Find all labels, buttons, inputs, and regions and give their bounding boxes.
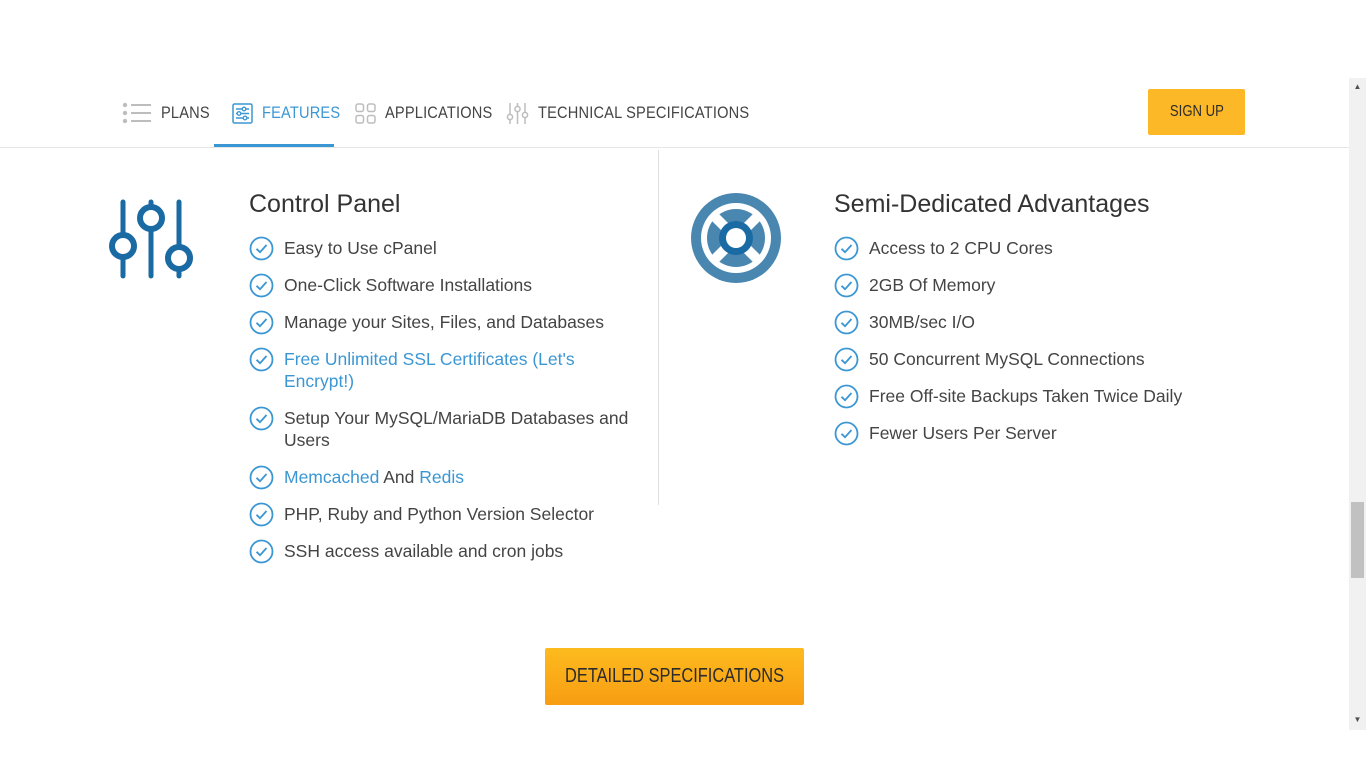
list-item-text: PHP, Ruby and Python Version Selector: [284, 504, 595, 524]
control-panel-sliders-icon: [109, 199, 193, 279]
list-item-text: Easy to Use cPanel: [284, 238, 437, 258]
link-line-2: Encrypt!): [284, 371, 355, 391]
lifebuoy-icon: [691, 193, 781, 283]
advantages-list: Access to 2 CPU Cores 2GB Of Memory 30MB…: [834, 236, 1254, 446]
tab-features-label: FEATURES: [262, 103, 341, 122]
sliders-doc-icon: [232, 102, 253, 124]
list-item: Manage your Sites, Files, and Databases: [249, 310, 649, 335]
column-divider: [658, 150, 659, 505]
list-item: Memcached And Redis: [249, 465, 649, 490]
active-tab-indicator: [214, 144, 334, 147]
tab-technical-specifications[interactable]: TECHNICAL SPECIFICATIONS: [506, 78, 784, 148]
list-item: Free Unlimited SSL Certificates (Let's En…: [249, 347, 649, 392]
list-item-line-1: Setup Your MySQL/MariaDB Databases and: [284, 408, 629, 428]
list-item-line-2: Users: [284, 430, 330, 450]
page-scrollbar[interactable]: [1349, 78, 1366, 730]
list-item: Free Off-site Backups Taken Twice Daily: [834, 384, 1254, 409]
detailed-specifications-button[interactable]: DETAILED SPECIFICATIONS: [545, 648, 804, 705]
list-item: Setup Your MySQL/MariaDB Databases and Us…: [249, 406, 649, 451]
ssl-certificates-link[interactable]: Free Unlimited SSL Certificates (Let's En…: [284, 349, 575, 391]
list-item-text: SSH access available and cron jobs: [284, 541, 564, 561]
control-panel-title: Control Panel: [249, 190, 401, 218]
list-item: PHP, Ruby and Python Version Selector: [249, 502, 649, 527]
sign-up-button[interactable]: SIGN UP: [1148, 89, 1245, 135]
check-circle-icon: [834, 236, 859, 261]
list-item: Fewer Users Per Server: [834, 421, 1254, 446]
check-circle-icon: [249, 310, 274, 335]
sliders-icon: [506, 102, 529, 124]
list-item-text: Free Off-site Backups Taken Twice Daily: [869, 386, 1183, 406]
check-circle-icon: [249, 236, 274, 261]
list-item: 2GB Of Memory: [834, 273, 1254, 298]
list-item: Easy to Use cPanel: [249, 236, 649, 261]
list-icon: [122, 102, 151, 124]
feature-tabbar: PLANS FEATURES APPLICATIONS TECHNICAL SP…: [0, 78, 1349, 148]
list-item: 50 Concurrent MySQL Connections: [834, 347, 1254, 372]
check-circle-icon: [834, 273, 859, 298]
tab-technical-specifications-label: TECHNICAL SPECIFICATIONS: [538, 103, 750, 122]
scroll-down-arrow-icon[interactable]: ▼: [1349, 712, 1366, 726]
tab-applications-label: APPLICATIONS: [385, 103, 493, 122]
check-circle-icon: [249, 502, 274, 527]
list-item-text: Fewer Users Per Server: [869, 423, 1057, 443]
check-circle-icon: [834, 310, 859, 335]
check-circle-icon: [834, 421, 859, 446]
check-circle-icon: [834, 347, 859, 372]
and-text: And: [379, 467, 420, 487]
check-circle-icon: [249, 406, 274, 431]
tab-plans-label: PLANS: [161, 103, 210, 122]
tab-applications[interactable]: APPLICATIONS: [355, 78, 510, 148]
list-item-text: One-Click Software Installations: [284, 275, 533, 295]
scrollbar-thumb[interactable]: [1351, 502, 1364, 578]
list-item-text: Access to 2 CPU Cores: [869, 238, 1053, 258]
tab-plans[interactable]: PLANS: [122, 78, 218, 148]
redis-link[interactable]: Redis: [419, 467, 464, 487]
list-item-text: 50 Concurrent MySQL Connections: [869, 349, 1145, 369]
check-circle-icon: [249, 273, 274, 298]
check-circle-icon: [249, 465, 274, 490]
list-item: One-Click Software Installations: [249, 273, 649, 298]
list-item: 30MB/sec I/O: [834, 310, 1254, 335]
check-circle-icon: [249, 539, 274, 564]
advantages-title: Semi-Dedicated Advantages: [834, 190, 1150, 218]
scroll-up-arrow-icon[interactable]: ▲: [1349, 79, 1366, 93]
check-circle-icon: [834, 384, 859, 409]
control-panel-list: Easy to Use cPanel One-Click Software In…: [249, 236, 649, 564]
grid-icon: [355, 102, 376, 124]
list-item-text: 30MB/sec I/O: [869, 312, 976, 332]
list-item: Access to 2 CPU Cores: [834, 236, 1254, 261]
link-line-1: Free Unlimited SSL Certificates (Let's: [284, 349, 575, 369]
sign-up-label: SIGN UP: [1169, 103, 1224, 120]
list-item-text: 2GB Of Memory: [869, 275, 996, 295]
tab-features[interactable]: FEATURES: [232, 78, 353, 148]
memcached-link[interactable]: Memcached: [284, 467, 379, 487]
check-circle-icon: [249, 347, 274, 372]
list-item-text: Manage your Sites, Files, and Databases: [284, 312, 605, 332]
list-item: SSH access available and cron jobs: [249, 539, 649, 564]
detailed-specifications-label: DETAILED SPECIFICATIONS: [564, 665, 785, 687]
